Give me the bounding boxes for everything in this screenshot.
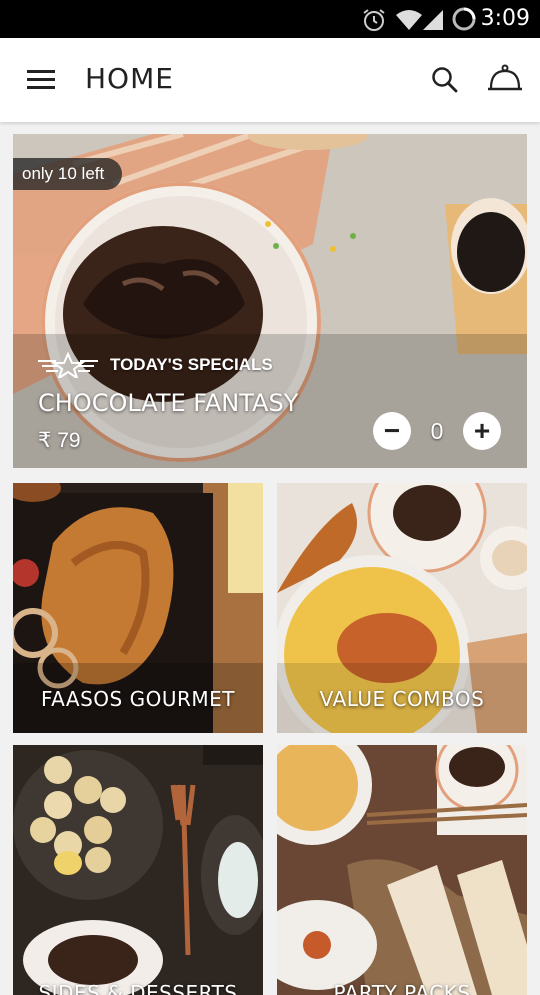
tile-label: VALUE COMBOS (319, 687, 485, 711)
page-title: HOME (85, 62, 174, 95)
item-price: ₹ 79 (38, 429, 81, 452)
stock-badge: only 10 left (13, 158, 123, 190)
tile-label: FAASOS GOURMET (41, 687, 235, 711)
app-bar: HOME (0, 38, 540, 122)
increment-button[interactable]: + (463, 412, 501, 450)
hamburger-menu-icon[interactable] (27, 68, 57, 92)
star-wings-icon (38, 352, 98, 378)
quantity-value: 0 (430, 417, 444, 444)
category-tile-party-packs[interactable]: PARTY PACKS (277, 745, 527, 995)
item-name: CHOCOLATE FANTASY (38, 389, 299, 417)
cloche-icon[interactable] (487, 64, 523, 94)
battery-icon (452, 7, 476, 31)
category-tile-value-combos[interactable]: VALUE COMBOS (277, 483, 527, 733)
section-label: TODAY'S SPECIALS (110, 355, 273, 374)
status-bar: 3:09 (0, 0, 540, 38)
todays-specials-heading: TODAY'S SPECIALS (38, 352, 273, 378)
decrement-button[interactable]: − (373, 412, 411, 450)
alarm-icon (363, 9, 385, 31)
signal-icon (423, 10, 443, 30)
search-icon[interactable] (431, 66, 459, 94)
todays-special-card[interactable]: only 10 left TODAY'S SPECIALS CHOCOLATE … (13, 134, 527, 468)
wifi-icon (396, 10, 422, 30)
quantity-stepper: − 0 + (373, 412, 501, 450)
wraps-photo (277, 745, 527, 995)
category-tile-sides-desserts[interactable]: SIDES & DESSERTS (13, 745, 263, 995)
sides-desserts-photo (13, 745, 263, 995)
category-tile-faasos-gourmet[interactable]: FAASOS GOURMET (13, 483, 263, 733)
clock: 3:09 (480, 6, 530, 31)
tile-label: SIDES & DESSERTS (38, 981, 238, 995)
tile-label: PARTY PACKS (333, 981, 471, 995)
